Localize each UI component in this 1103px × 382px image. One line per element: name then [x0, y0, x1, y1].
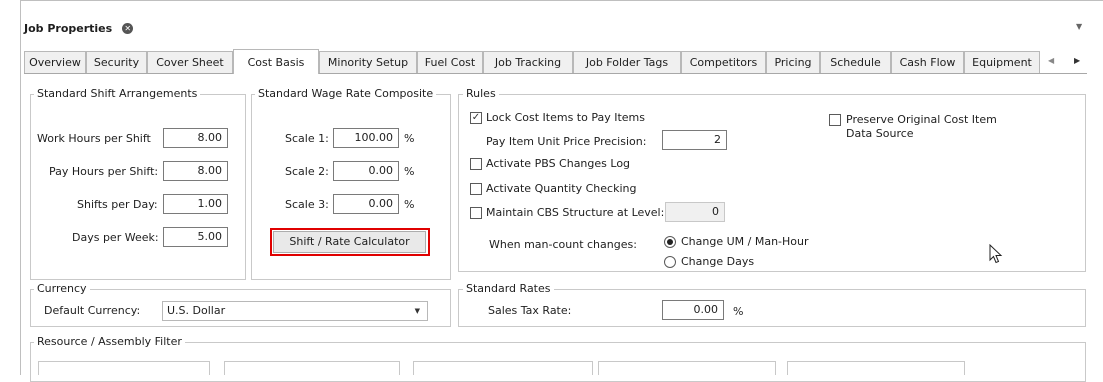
- filter-field-1[interactable]: [38, 361, 210, 375]
- shifts-per-day-input[interactable]: 1.00: [163, 194, 228, 214]
- highlight-box: [270, 228, 430, 256]
- preserve-original-checkbox[interactable]: [829, 114, 841, 126]
- default-currency-value: U.S. Dollar: [167, 304, 226, 317]
- percent-unit: %: [404, 132, 415, 145]
- lock-cost-items-label: Lock Cost Items to Pay Items: [486, 111, 645, 124]
- chevron-down-icon[interactable]: ▼: [1076, 22, 1082, 31]
- quantity-checking-label: Activate Quantity Checking: [486, 182, 637, 195]
- days-per-week-input[interactable]: 5.00: [163, 227, 228, 247]
- filter-field-4[interactable]: [598, 361, 776, 375]
- percent-unit: %: [404, 198, 415, 211]
- group-title: Currency: [34, 282, 90, 295]
- tab-fuel-cost[interactable]: Fuel Cost: [417, 51, 483, 73]
- tab-equipment[interactable]: Equipment: [964, 51, 1040, 73]
- shift-arrangements-group: [30, 94, 246, 280]
- tab-security[interactable]: Security: [86, 51, 147, 73]
- tab-minority-setup[interactable]: Minority Setup: [319, 51, 417, 73]
- preserve-original-label-2: Data Source: [846, 127, 914, 140]
- quantity-checking-checkbox[interactable]: [470, 183, 482, 195]
- percent-unit: %: [404, 165, 415, 178]
- man-count-label: When man-count changes:: [489, 238, 637, 251]
- default-currency-label: Default Currency:: [44, 304, 141, 317]
- chevron-down-icon: ▼: [414, 307, 420, 315]
- pbs-changes-log-label: Activate PBS Changes Log: [486, 157, 631, 170]
- scale-3-label: Scale 3:: [285, 198, 329, 211]
- tab-bar: Overview Security Cover Sheet Cost Basis…: [24, 49, 1087, 74]
- change-days-label: Change Days: [681, 255, 755, 268]
- tab-competitors[interactable]: Competitors: [681, 51, 766, 73]
- tab-job-folder-tags[interactable]: Job Folder Tags: [573, 51, 681, 73]
- group-title: Standard Rates: [463, 282, 554, 295]
- cost-basis-content: Standard Shift Arrangements Work Hours p…: [24, 74, 1087, 382]
- tab-cash-flow[interactable]: Cash Flow: [891, 51, 964, 73]
- filter-field-2[interactable]: [224, 361, 400, 375]
- chevron-left-icon[interactable]: ◀: [1048, 49, 1054, 73]
- panel-title: Job Properties: [24, 21, 113, 35]
- chevron-right-icon[interactable]: ▶: [1074, 49, 1080, 73]
- change-um-label: Change UM / Man-Hour: [681, 235, 809, 248]
- lock-cost-items-checkbox[interactable]: ✓: [470, 112, 482, 124]
- tab-pricing[interactable]: Pricing: [766, 51, 820, 73]
- tab-schedule[interactable]: Schedule: [820, 51, 891, 73]
- preserve-original-label: Preserve Original Cost Item: [846, 113, 997, 126]
- tab-overview[interactable]: Overview: [24, 51, 86, 73]
- scale-2-label: Scale 2:: [285, 165, 329, 178]
- change-um-radio[interactable]: [664, 236, 676, 248]
- sales-tax-label: Sales Tax Rate:: [488, 304, 572, 317]
- days-per-week-label: Days per Week:: [72, 231, 159, 244]
- tab-job-tracking[interactable]: Job Tracking: [483, 51, 573, 73]
- precision-input[interactable]: 2: [662, 130, 727, 150]
- tab-cost-basis[interactable]: Cost Basis: [233, 49, 319, 74]
- group-title: Rules: [463, 87, 499, 100]
- filter-field-5[interactable]: [787, 361, 965, 375]
- pbs-changes-log-checkbox[interactable]: [470, 158, 482, 170]
- cbs-level-input[interactable]: 0: [665, 202, 725, 222]
- scale-3-input[interactable]: 0.00: [333, 194, 399, 214]
- shifts-per-day-label: Shifts per Day:: [77, 198, 158, 211]
- work-hours-input[interactable]: 8.00: [163, 128, 228, 148]
- default-currency-select[interactable]: U.S. Dollar ▼: [162, 301, 428, 321]
- change-days-radio[interactable]: [664, 256, 676, 268]
- group-title: Resource / Assembly Filter: [34, 335, 185, 348]
- document-tab-job-properties[interactable]: Job Properties ✕: [24, 15, 134, 41]
- tab-cover-sheet[interactable]: Cover Sheet: [147, 51, 233, 73]
- cbs-structure-checkbox[interactable]: [470, 207, 482, 219]
- scale-1-label: Scale 1:: [285, 132, 329, 145]
- filter-row: [24, 361, 1087, 375]
- close-circle-icon[interactable]: ✕: [122, 22, 134, 34]
- percent-unit: %: [733, 305, 744, 318]
- precision-label: Pay Item Unit Price Precision:: [486, 135, 647, 148]
- group-title: Standard Shift Arrangements: [34, 87, 201, 100]
- filter-field-3[interactable]: [413, 361, 593, 375]
- scale-2-input[interactable]: 0.00: [333, 161, 399, 181]
- group-title: Standard Wage Rate Composite: [255, 87, 437, 100]
- work-hours-label: Work Hours per Shift: [37, 132, 151, 145]
- scale-1-input[interactable]: 100.00: [333, 128, 399, 148]
- pay-hours-label: Pay Hours per Shift:: [49, 165, 159, 178]
- mouse-pointer-icon: [989, 244, 1003, 264]
- cbs-structure-label: Maintain CBS Structure at Level:: [486, 206, 665, 219]
- sales-tax-input[interactable]: 0.00: [662, 300, 724, 320]
- pay-hours-input[interactable]: 8.00: [163, 161, 228, 181]
